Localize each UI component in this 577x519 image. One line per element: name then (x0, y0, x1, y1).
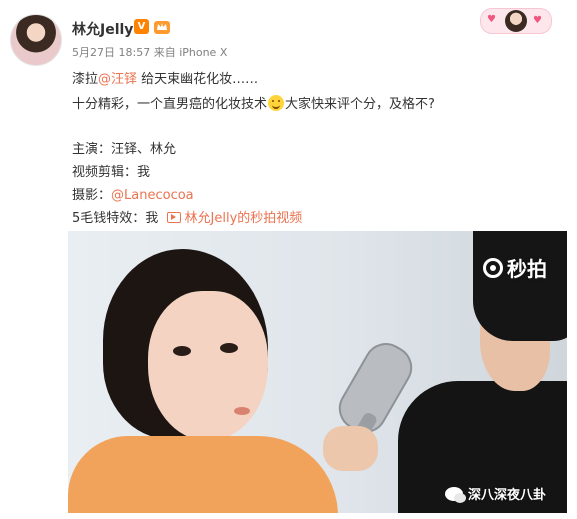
top-right-avatar-badge[interactable]: ♥ ♥ (480, 8, 552, 34)
credit-line-cast: 主演：汪铎、林允 (72, 142, 177, 157)
watermark-text: 深八深夜八卦 (468, 488, 547, 503)
heart-icon: ♥ (487, 14, 496, 25)
credit-line-photo: 摄影：@Lanecocoa (72, 184, 194, 203)
crown-icon (154, 21, 170, 34)
post-timestamp[interactable]: 5月27日 18:57 (72, 46, 150, 59)
video-scene-mouth (234, 407, 250, 415)
smile-emoji-icon (268, 95, 285, 111)
credit-label: 5毛钱特效：我 (72, 211, 159, 226)
wechat-icon (445, 486, 466, 503)
mention-link[interactable]: @Lanecocoa (111, 188, 194, 203)
post-line-2: 十分精彩，一个直男癌的化妆技术 大家快来评个分，及格不? (72, 93, 435, 112)
video-scene-hand (323, 426, 378, 471)
post-line-1: 漆拉@汪铎 给天束幽花化妆…… (72, 68, 258, 87)
video-player[interactable]: 秒拍 (68, 231, 567, 513)
credit-line-edit: 视频剪辑：我 (72, 165, 151, 180)
video-scene-orange-shirt (68, 436, 338, 513)
credit-line-effects: 5毛钱特效：我 林允Jelly的秒拍视频 (72, 207, 302, 226)
camera-icon (483, 257, 503, 278)
miaopai-logo: 秒拍 (483, 253, 547, 282)
video-scene-eye (173, 346, 191, 356)
user-avatar[interactable] (10, 14, 62, 66)
post-source: 来自 iPhone X (153, 46, 228, 59)
post-text: 漆拉 (72, 72, 99, 87)
username[interactable]: 林允Jelly (72, 19, 133, 39)
small-avatar (505, 10, 527, 32)
video-scene-eye (220, 343, 238, 353)
post-text: 给天束幽花化妆…… (141, 72, 259, 87)
verified-icon: V (134, 19, 149, 34)
post-text: 大家快来评个分，及格不? (285, 97, 435, 112)
video-link-icon (166, 212, 181, 223)
wechat-watermark: 深八深夜八卦 (445, 484, 546, 503)
mention-link[interactable]: @汪铎 (98, 72, 137, 87)
miaopai-label: 秒拍 (507, 257, 547, 281)
video-scene-guy-hair (473, 231, 567, 341)
video-scene-girl-face (148, 291, 268, 441)
video-link[interactable]: 林允Jelly的秒拍视频 (185, 211, 303, 226)
credit-label: 摄影： (72, 188, 112, 203)
post-meta: 5月27日 18:57 来自 iPhone X (72, 44, 227, 60)
post-text: 十分精彩，一个直男癌的化妆技术 (72, 97, 268, 112)
heart-icon: ♥ (533, 15, 542, 26)
